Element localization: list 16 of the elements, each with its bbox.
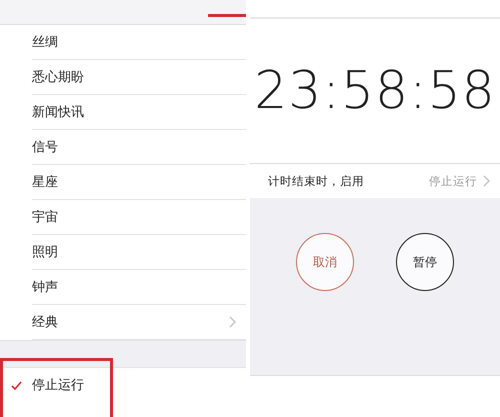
- tone-item[interactable]: 悉心期盼: [32, 60, 246, 95]
- countdown-time: 23:58:58: [254, 61, 496, 121]
- chevron-icon: [483, 175, 490, 187]
- action-item[interactable]: 停止运行: [0, 368, 246, 402]
- tone-item[interactable]: 星座: [32, 165, 246, 200]
- tone-item[interactable]: 新闻快讯: [32, 95, 246, 130]
- tone-item[interactable]: 照明: [32, 235, 246, 270]
- tone-item[interactable]: 钟声: [32, 270, 246, 305]
- tone-item[interactable]: 信号: [32, 130, 246, 165]
- pause-button[interactable]: 暂停: [396, 233, 454, 291]
- tone-item[interactable]: 宇宙: [32, 200, 246, 235]
- end-action-label: 计时结束时，启用: [268, 174, 365, 188]
- cancel-button[interactable]: 取消: [296, 233, 354, 291]
- tone-item[interactable]: 丝绸: [32, 25, 246, 60]
- highlight-bar: [208, 14, 246, 17]
- chevron-icon: [229, 316, 236, 328]
